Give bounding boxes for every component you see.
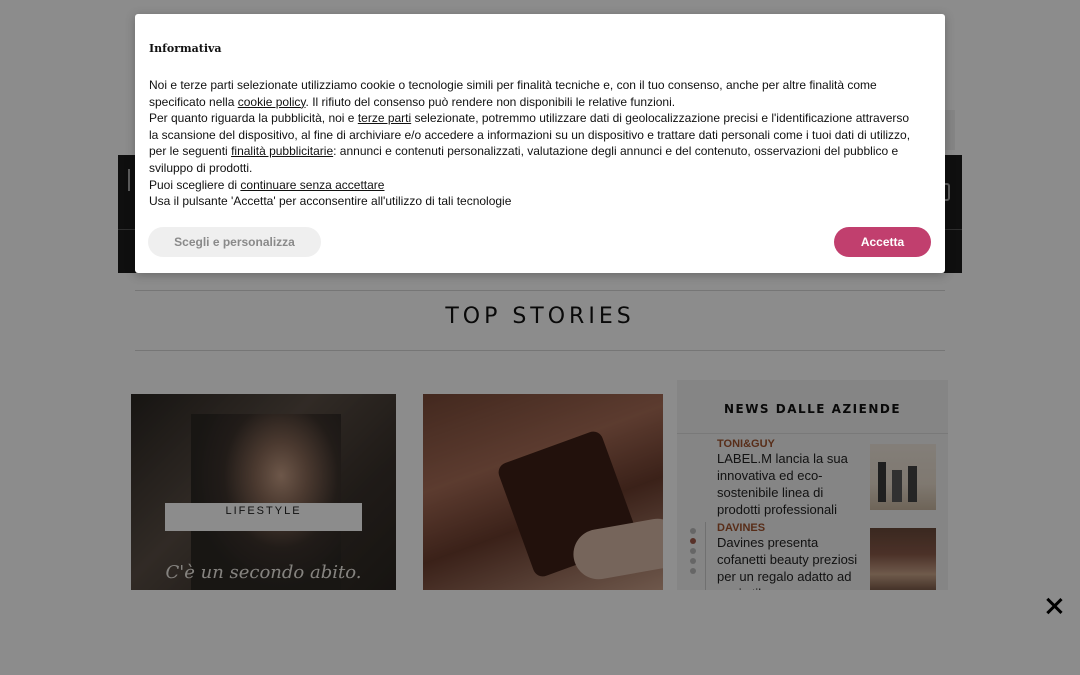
cookie-consent-dialog: Informativa Noi e terze parti selezionat…: [135, 14, 945, 273]
continue-without-accepting-link[interactable]: continuare senza accettare: [240, 178, 384, 192]
consent-paragraph: Noi e terze parti selezionate utilizziam…: [149, 78, 877, 109]
cookie-policy-link[interactable]: cookie policy: [238, 95, 306, 109]
dialog-body: Noi e terze parti selezionate utilizziam…: [149, 77, 919, 210]
accept-button[interactable]: Accetta: [834, 227, 931, 257]
consent-paragraph: Per quanto riguarda la pubblicità, noi e…: [149, 111, 911, 175]
ad-purposes-link[interactable]: finalità pubblicitarie: [231, 144, 333, 158]
dialog-title: Informativa: [149, 42, 222, 55]
third-parties-link[interactable]: terze parti: [358, 111, 411, 125]
consent-paragraph: Puoi scegliere di continuare senza accet…: [149, 177, 385, 192]
customize-button[interactable]: Scegli e personalizza: [148, 227, 321, 257]
consent-paragraph: Usa il pulsante 'Accetta' per acconsenti…: [149, 194, 512, 209]
close-icon[interactable]: [1043, 595, 1065, 617]
